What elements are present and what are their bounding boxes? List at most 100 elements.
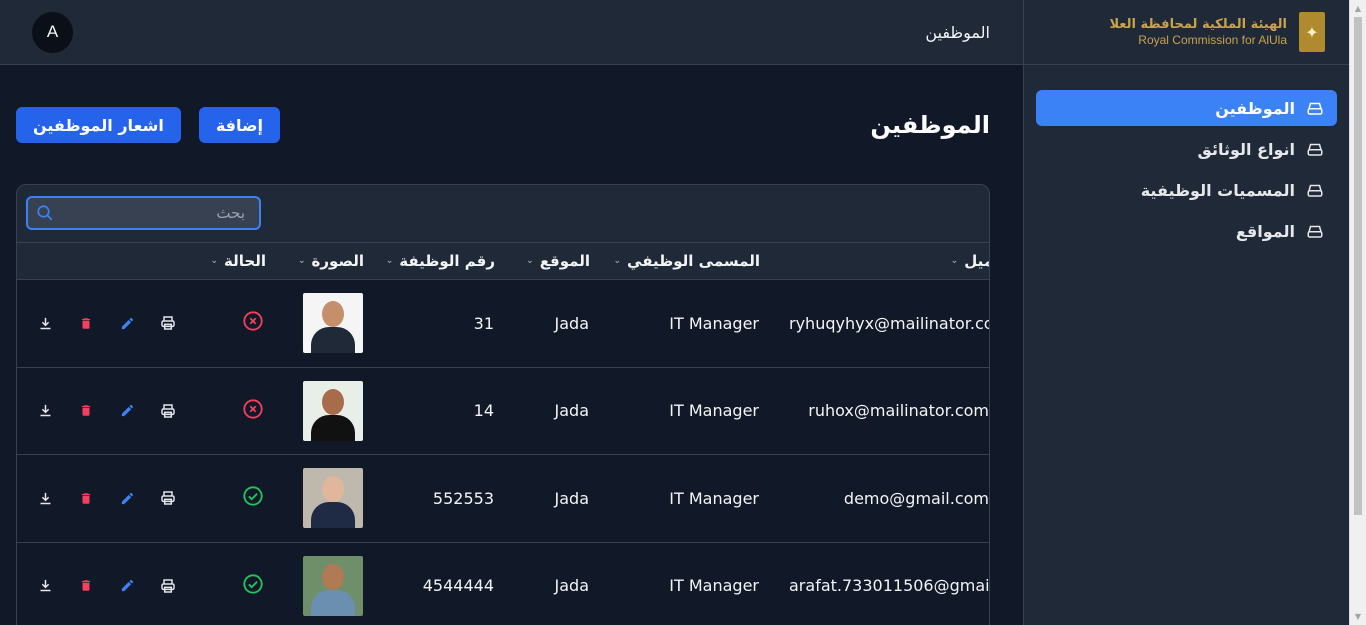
table-row: ryhuqyhyx@mailinator.com IT Manager Jada… xyxy=(17,280,989,368)
cell-job-title: IT Manager xyxy=(669,576,759,596)
cell-status xyxy=(242,368,264,455)
table-row: demo@gmail.com IT Manager Jada 552553 xyxy=(17,455,989,543)
cell-job-title: IT Manager xyxy=(669,313,759,333)
brand-logo[interactable]: ✦ الهيئة الملكية لمحافظة العلا Royal Com… xyxy=(1024,0,1349,65)
cell-photo xyxy=(303,368,363,455)
delete-trash-icon[interactable] xyxy=(78,315,94,331)
header-actions: اشعار الموظفين إضافة xyxy=(16,107,280,143)
delete-trash-icon[interactable] xyxy=(78,403,94,419)
sidebar: ✦ الهيئة الملكية لمحافظة العلا Royal Com… xyxy=(1023,0,1349,625)
column-header-status[interactable]: الحالة ⌄ xyxy=(211,243,267,279)
column-header-photo[interactable]: الصورة ⌄ xyxy=(298,243,364,279)
delete-trash-icon[interactable] xyxy=(78,578,94,594)
brand-name-en: Royal Commission for AlUla xyxy=(1138,33,1287,47)
archive-icon xyxy=(1305,180,1325,200)
palm-emblem-icon: ✦ xyxy=(1299,12,1325,52)
sidebar-item-locations[interactable]: المواقع xyxy=(1036,213,1337,249)
download-icon[interactable] xyxy=(37,578,53,594)
cell-job-title: IT Manager xyxy=(669,401,759,421)
chevron-down-icon: ⌄ xyxy=(210,256,219,266)
cell-location: Jada xyxy=(554,488,589,508)
chevron-down-icon: ⌄ xyxy=(298,256,306,266)
cell-actions xyxy=(37,368,176,455)
sidebar-item-job-titles[interactable]: المسميات الوظيفية xyxy=(1036,172,1337,208)
chevron-down-icon: ⌄ xyxy=(950,256,959,266)
search-icon xyxy=(37,205,53,221)
edit-pencil-icon[interactable] xyxy=(119,403,135,419)
archive-icon xyxy=(1305,139,1325,159)
column-header-location[interactable]: الموقع ⌄ xyxy=(526,243,590,279)
sidebar-item-document-types[interactable]: انواع الوثائق xyxy=(1036,131,1337,167)
x-circle-icon xyxy=(242,310,264,336)
check-circle-icon xyxy=(242,485,264,511)
window-scrollbar[interactable]: ▲ ▼ xyxy=(1349,0,1366,625)
print-icon[interactable] xyxy=(160,578,176,594)
cell-photo xyxy=(303,455,363,542)
chevron-down-icon: ⌄ xyxy=(385,256,394,266)
page-title: الموظفين xyxy=(870,111,990,139)
brand-name-ar: الهيئة الملكية لمحافظة العلا xyxy=(1109,17,1287,32)
delete-trash-icon[interactable] xyxy=(78,490,94,506)
cell-status xyxy=(242,543,264,625)
cell-job-number: 14 xyxy=(473,401,494,421)
edit-pencil-icon[interactable] xyxy=(119,490,135,506)
sidebar-item-label: المواقع xyxy=(1235,221,1295,241)
cell-email: ruhox@mailinator.com xyxy=(808,401,989,421)
archive-icon xyxy=(1305,98,1325,118)
employee-photo[interactable] xyxy=(303,380,363,441)
print-icon[interactable] xyxy=(160,315,176,331)
cell-actions xyxy=(37,280,176,367)
download-icon[interactable] xyxy=(37,315,53,331)
scroll-up-arrow-icon[interactable]: ▲ xyxy=(1350,0,1366,17)
download-icon[interactable] xyxy=(37,490,53,506)
print-icon[interactable] xyxy=(160,490,176,506)
employee-photo[interactable] xyxy=(303,293,363,354)
column-header-email[interactable]: ميل ⌄ xyxy=(950,243,989,279)
cell-job-number: 4544444 xyxy=(422,576,494,596)
table-row: ruhox@mailinator.com IT Manager Jada 14 xyxy=(17,367,989,455)
cell-email: ryhuqyhyx@mailinator.com xyxy=(789,313,989,333)
search-input[interactable] xyxy=(26,196,261,230)
scrollbar-thumb[interactable] xyxy=(1354,17,1362,515)
x-circle-icon xyxy=(242,398,264,424)
cell-email: demo@gmail.com xyxy=(843,488,989,508)
sidebar-item-employees[interactable]: الموظفين xyxy=(1036,90,1337,126)
chevron-down-icon: ⌄ xyxy=(526,256,534,266)
scroll-down-arrow-icon[interactable]: ▼ xyxy=(1350,608,1366,625)
add-button[interactable]: إضافة xyxy=(198,107,280,143)
notify-employees-button[interactable]: اشعار الموظفين xyxy=(16,107,181,143)
cell-status xyxy=(242,280,264,367)
print-icon[interactable] xyxy=(160,403,176,419)
cell-job-title: IT Manager xyxy=(669,488,759,508)
cell-photo xyxy=(303,280,363,367)
cell-location: Jada xyxy=(554,313,589,333)
cell-email: arafat.733011506@gmail.com xyxy=(789,576,989,596)
cell-job-number: 31 xyxy=(473,313,494,333)
cell-location: Jada xyxy=(554,576,589,596)
cell-actions xyxy=(37,455,176,542)
page-header: الموظفين اشعار الموظفين إضافة xyxy=(16,107,990,143)
column-header-job-title[interactable]: المسمى الوظيفي ⌄ xyxy=(614,243,761,279)
app-root: ✦ الهيئة الملكية لمحافظة العلا Royal Com… xyxy=(0,0,1366,625)
edit-pencil-icon[interactable] xyxy=(119,578,135,594)
employees-table-card: ميل ⌄ المسمى الوظيفي ⌄ الموقع ⌄ رقم الوظ… xyxy=(16,184,990,625)
table-row: arafat.733011506@gmail.com IT Manager Ja… xyxy=(17,542,989,625)
column-header-job-number[interactable]: رقم الوظيفة ⌄ xyxy=(386,243,495,279)
sidebar-item-label: الموظفين xyxy=(1215,98,1295,118)
sidebar-menu: الموظفين انواع الوثائق المسميات الوظيفية… xyxy=(1024,65,1349,249)
employee-photo[interactable] xyxy=(303,555,363,616)
download-icon[interactable] xyxy=(37,403,53,419)
check-circle-icon xyxy=(242,573,264,599)
chevron-down-icon: ⌄ xyxy=(613,256,622,266)
employee-photo[interactable] xyxy=(303,468,363,529)
table-header: ميل ⌄ المسمى الوظيفي ⌄ الموقع ⌄ رقم الوظ… xyxy=(17,242,989,280)
cell-status xyxy=(242,455,264,542)
cell-actions xyxy=(37,543,176,625)
topbar: الموظفين A xyxy=(0,0,1023,65)
cell-photo xyxy=(303,543,363,625)
search-box xyxy=(26,196,261,230)
main-content: الموظفين اشعار الموظفين إضافة ميل ⌄ المس… xyxy=(0,65,1023,625)
edit-pencil-icon[interactable] xyxy=(119,315,135,331)
topbar-title: الموظفين xyxy=(925,22,990,42)
avatar[interactable]: A xyxy=(32,11,73,53)
